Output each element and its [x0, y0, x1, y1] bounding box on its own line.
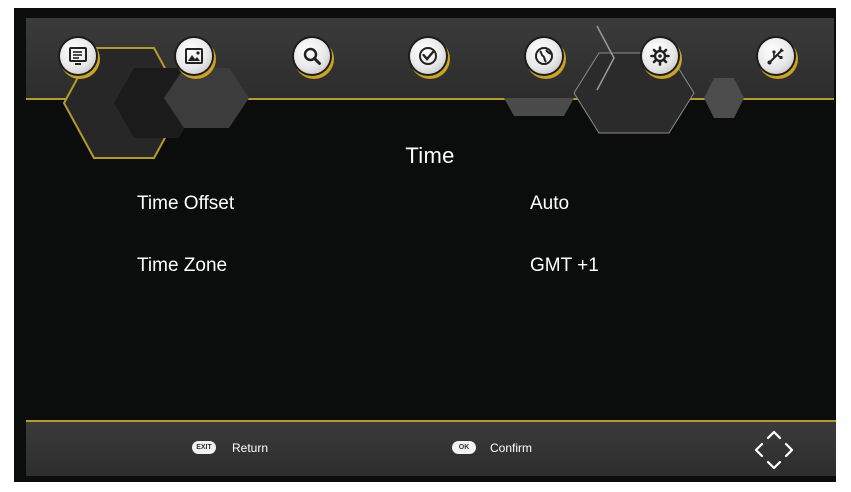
gear-glyph — [650, 46, 670, 66]
bottom-hint-bar — [26, 420, 836, 476]
gear-icon[interactable] — [642, 38, 678, 74]
picture-icon[interactable] — [176, 38, 212, 74]
clock-icon[interactable] — [410, 38, 446, 74]
usb-glyph — [767, 48, 784, 65]
program-list-icon[interactable] — [60, 38, 96, 74]
time-zone-label[interactable]: Time Zone — [137, 255, 227, 277]
search-glyph — [303, 47, 321, 65]
program-list-glyph — [69, 47, 87, 65]
picture-glyph — [185, 48, 203, 64]
page-title: Time — [405, 143, 455, 168]
globe-glyph — [535, 47, 553, 65]
return-hint-label: Return — [232, 441, 269, 455]
time-offset-label[interactable]: Time Offset — [137, 193, 234, 215]
usb-icon[interactable] — [758, 38, 794, 74]
ok-key-badge: OK — [452, 441, 476, 454]
time-zone-value[interactable]: GMT +1 — [530, 255, 599, 277]
exit-key-badge: EXIT — [192, 441, 216, 454]
time-offset-value[interactable]: Auto — [530, 193, 569, 215]
tv-screen: Time Time Offset Auto Time Zone GMT +1 E… — [0, 0, 851, 492]
search-icon[interactable] — [294, 38, 330, 74]
globe-icon[interactable] — [526, 38, 562, 74]
clock-glyph — [419, 47, 437, 65]
navigation-arrows-icon — [754, 430, 794, 470]
confirm-hint-label: Confirm — [490, 441, 533, 455]
